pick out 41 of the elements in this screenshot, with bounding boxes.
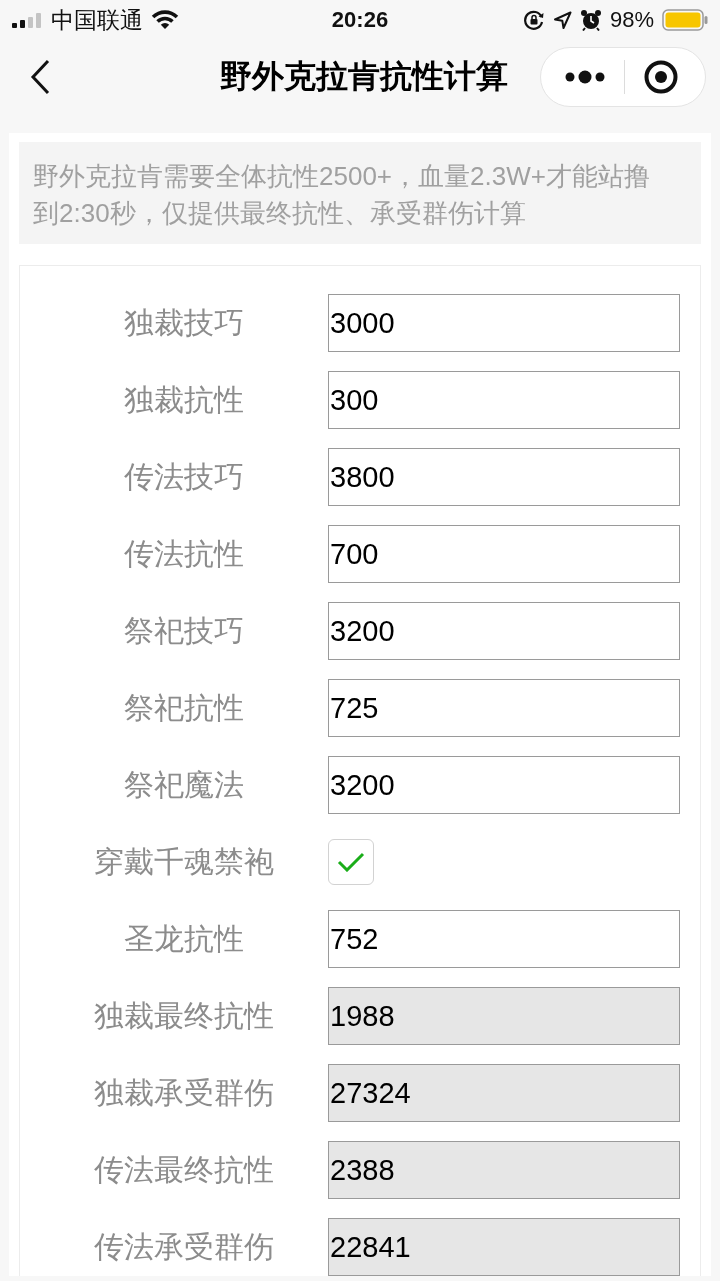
field-label: 传法技巧 — [122, 458, 245, 495]
checkbox[interactable] — [328, 839, 374, 885]
input-field[interactable]: 3000 — [328, 294, 680, 352]
field-label: 独裁最终抗性 — [92, 997, 275, 1034]
location-arrow-icon — [552, 10, 572, 30]
field-label: 独裁抗性 — [122, 381, 245, 418]
carrier-name: 中国联通 — [51, 5, 143, 35]
status-time: 20:26 — [331, 7, 389, 33]
result-field[interactable]: 27324 — [328, 1064, 680, 1122]
chevron-left-icon — [30, 59, 50, 95]
field-label: 祭祀技巧 — [122, 612, 245, 649]
input-field[interactable]: 3200 — [328, 756, 680, 814]
battery-percent: 98% — [609, 7, 654, 33]
input-field[interactable]: 300 — [328, 371, 680, 429]
result-field[interactable]: 2388 — [328, 1141, 680, 1199]
field-label: 祭祀抗性 — [122, 689, 245, 726]
field-label: 传法承受群伤 — [92, 1228, 275, 1265]
notice-text: 野外克拉肯需要全体抗性2500+，血量2.3W+才能站撸到2:30秒，仅提供最终抗性、承受群伤计算 — [33, 161, 650, 228]
field-label: 祭祀魔法 — [122, 766, 245, 803]
result-field[interactable]: 1988 — [328, 987, 680, 1045]
target-icon[interactable] — [644, 60, 678, 94]
check-icon — [337, 852, 365, 872]
field-label: 穿戴千魂禁袍 — [92, 843, 275, 880]
result-field[interactable]: 22841 — [328, 1218, 680, 1276]
signal-icon — [12, 12, 42, 28]
field-label: 独裁承受群伤 — [92, 1074, 275, 1111]
input-field[interactable]: 700 — [328, 525, 680, 583]
input-field[interactable]: 3200 — [328, 602, 680, 660]
page-title: 野外克拉肯抗性计算 — [220, 57, 508, 96]
alarm-clock-icon — [579, 9, 602, 31]
input-field[interactable]: 752 — [328, 910, 680, 968]
input-field[interactable]: 725 — [328, 679, 680, 737]
wifi-icon — [150, 10, 180, 30]
input-field[interactable]: 3800 — [328, 448, 680, 506]
field-label: 传法最终抗性 — [92, 1151, 275, 1188]
rotation-lock-icon — [522, 9, 545, 31]
battery-icon — [662, 9, 708, 31]
field-label: 传法抗性 — [122, 535, 245, 572]
field-label: 圣龙抗性 — [122, 920, 245, 957]
more-icon[interactable] — [565, 70, 605, 84]
field-label: 独裁技巧 — [122, 304, 245, 341]
